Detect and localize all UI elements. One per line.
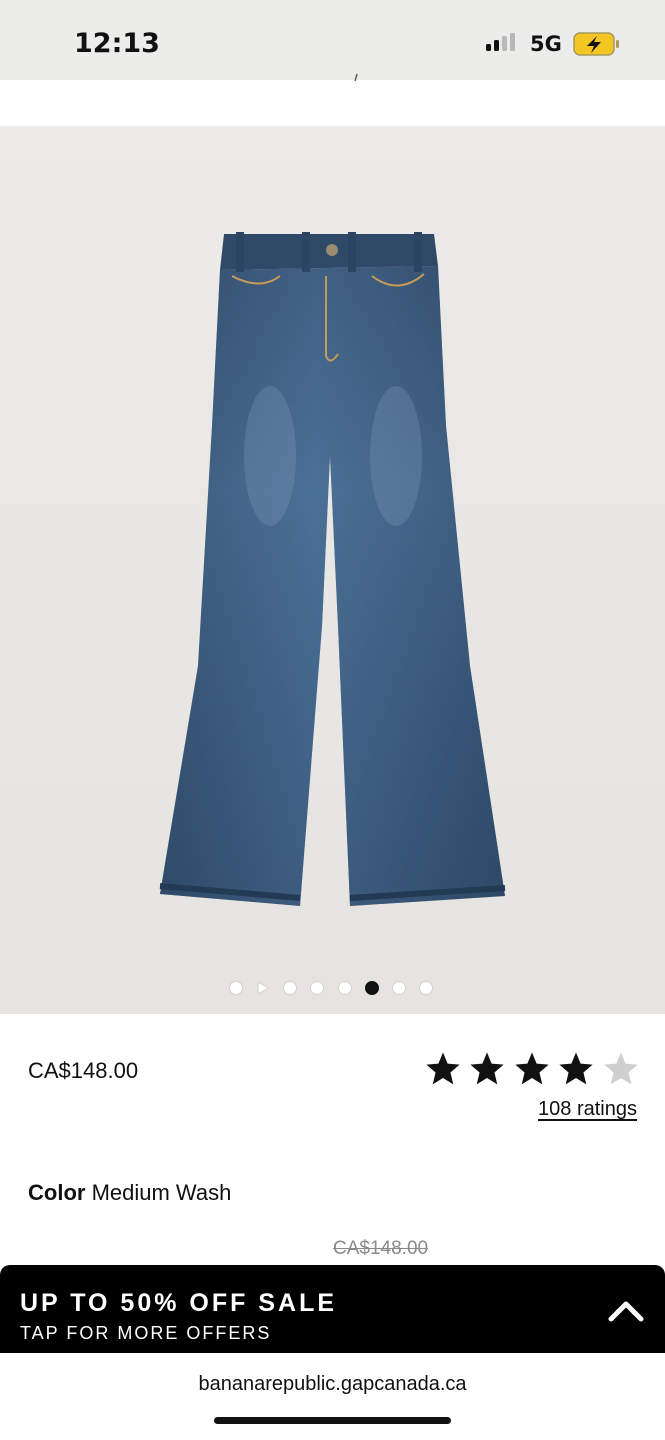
- star-filled-icon: [470, 1052, 504, 1085]
- battery-charging-icon: [573, 32, 619, 56]
- promo-title: UP TO 50% OFF SALE: [20, 1289, 338, 1317]
- promo-subtitle: TAP FOR MORE OFFERS: [20, 1323, 272, 1343]
- home-indicator[interactable]: [214, 1417, 451, 1424]
- star-filled-icon: [559, 1052, 593, 1085]
- page-header-strip: [0, 73, 665, 126]
- carousel-dot[interactable]: [338, 981, 352, 995]
- carousel-dot[interactable]: [229, 981, 243, 995]
- carousel-dot[interactable]: [419, 981, 433, 995]
- color-label: Color: [28, 1180, 86, 1205]
- product-image[interactable]: [0, 126, 665, 1014]
- color-value: Medium Wash: [91, 1180, 232, 1205]
- rating-stars[interactable]: [424, 1050, 640, 1092]
- carousel-dot[interactable]: [310, 981, 324, 995]
- carousel-dot-active[interactable]: [365, 981, 379, 995]
- network-type: 5G: [530, 32, 562, 56]
- status-time: 12:13: [74, 28, 160, 59]
- header-fragment-icon: [354, 73, 358, 82]
- carousel-dot[interactable]: [283, 981, 297, 995]
- signal-bars-icon: [486, 33, 515, 51]
- carousel-dots: [0, 978, 665, 998]
- product-price: CA$148.00: [28, 1058, 139, 1083]
- star-empty-icon: [604, 1052, 638, 1085]
- status-bar: 12:13 5G: [0, 0, 665, 80]
- color-selection: Color Medium Wash: [28, 1180, 231, 1206]
- star-filled-icon: [426, 1052, 460, 1085]
- promo-banner[interactable]: UP TO 50% OFF SALE TAP FOR MORE OFFERS: [0, 1265, 665, 1353]
- browser-bar: bananarepublic.gapcanada.ca: [0, 1353, 665, 1440]
- chevron-up-icon[interactable]: [606, 1295, 646, 1325]
- original-price: CA$148.00: [333, 1238, 429, 1259]
- ratings-link[interactable]: 108 ratings: [538, 1098, 637, 1121]
- flare-jeans-image: [159, 232, 506, 906]
- carousel-dot[interactable]: [392, 981, 406, 995]
- url-address[interactable]: bananarepublic.gapcanada.ca: [0, 1373, 665, 1396]
- star-filled-icon: [515, 1052, 549, 1085]
- video-play-icon[interactable]: [256, 981, 270, 995]
